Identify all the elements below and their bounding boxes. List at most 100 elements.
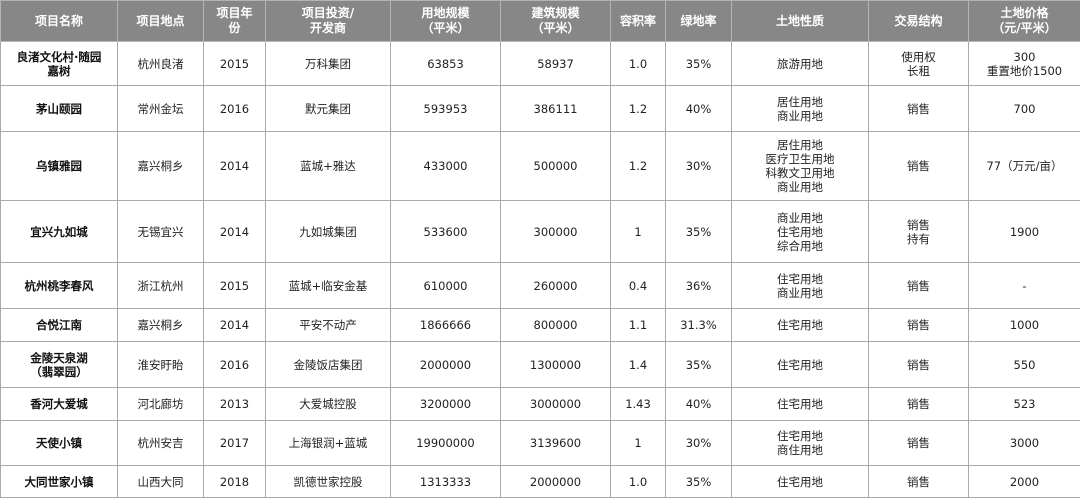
cell-land-price: 700 — [969, 86, 1080, 132]
cell-year: 2016 — [204, 342, 266, 388]
cell-developer: 金陵饭店集团 — [266, 342, 391, 388]
cell-project-name: 宜兴九如城 — [1, 201, 118, 263]
cell-project-name: 良渚文化村·随园 嘉树 — [1, 42, 118, 86]
table-header: 项目名称项目地点项目年 份项目投资/ 开发商用地规模 （平米）建筑规模 （平米）… — [1, 1, 1080, 42]
table-row: 大同世家小镇山西大同2018凯德世家控股131333320000001.035%… — [1, 466, 1080, 498]
cell-land-area: 610000 — [391, 263, 501, 309]
cell-developer: 大爱城控股 — [266, 388, 391, 421]
cell-location: 河北廊坊 — [118, 388, 204, 421]
header-col-developer: 项目投资/ 开发商 — [266, 1, 391, 42]
cell-land-area: 63853 — [391, 42, 501, 86]
cell-land-price: 550 — [969, 342, 1080, 388]
cell-transaction: 销售 — [869, 421, 969, 466]
cell-developer: 默元集团 — [266, 86, 391, 132]
cell-land-use: 居住用地 医疗卫生用地 科教文卫用地 商业用地 — [732, 132, 869, 201]
cell-green-rate: 36% — [666, 263, 732, 309]
header-col-year: 项目年 份 — [204, 1, 266, 42]
cell-land-price: 77（万元/亩） — [969, 132, 1080, 201]
table-row: 杭州桃李春风浙江杭州2015蓝城+临安金基6100002600000.436%住… — [1, 263, 1080, 309]
cell-project-name: 合悦江南 — [1, 309, 118, 342]
cell-location: 常州金坛 — [118, 86, 204, 132]
cell-developer: 蓝城+雅达 — [266, 132, 391, 201]
cell-location: 嘉兴桐乡 — [118, 309, 204, 342]
cell-location: 山西大同 — [118, 466, 204, 498]
cell-land-use: 居住用地 商业用地 — [732, 86, 869, 132]
cell-transaction: 销售 — [869, 466, 969, 498]
cell-land-area: 1313333 — [391, 466, 501, 498]
cell-project-name: 乌镇雅园 — [1, 132, 118, 201]
cell-project-name: 茅山颐园 — [1, 86, 118, 132]
cell-building-area: 3000000 — [501, 388, 611, 421]
cell-project-name: 大同世家小镇 — [1, 466, 118, 498]
cell-green-rate: 35% — [666, 466, 732, 498]
cell-building-area: 800000 — [501, 309, 611, 342]
cell-year: 2014 — [204, 201, 266, 263]
cell-transaction: 销售 — [869, 309, 969, 342]
cell-year: 2014 — [204, 309, 266, 342]
cell-location: 杭州安吉 — [118, 421, 204, 466]
cell-land-use: 商业用地 住宅用地 综合用地 — [732, 201, 869, 263]
cell-developer: 上海银润+蓝城 — [266, 421, 391, 466]
header-col-transaction: 交易结构 — [869, 1, 969, 42]
cell-location: 淮安盱眙 — [118, 342, 204, 388]
land-project-table: 项目名称项目地点项目年 份项目投资/ 开发商用地规模 （平米）建筑规模 （平米）… — [0, 0, 1080, 498]
table-row: 茅山颐园常州金坛2016默元集团5939533861111.240%居住用地 商… — [1, 86, 1080, 132]
cell-project-name: 杭州桃李春风 — [1, 263, 118, 309]
cell-building-area: 3139600 — [501, 421, 611, 466]
cell-transaction: 销售 — [869, 263, 969, 309]
cell-developer: 蓝城+临安金基 — [266, 263, 391, 309]
table-row: 乌镇雅园嘉兴桐乡2014蓝城+雅达4330005000001.230%居住用地 … — [1, 132, 1080, 201]
cell-building-area: 58937 — [501, 42, 611, 86]
cell-transaction: 销售 — [869, 388, 969, 421]
cell-land-use: 住宅用地 商业用地 — [732, 263, 869, 309]
cell-plot-ratio: 1.1 — [611, 309, 666, 342]
header-col-location: 项目地点 — [118, 1, 204, 42]
cell-green-rate: 35% — [666, 201, 732, 263]
cell-land-area: 593953 — [391, 86, 501, 132]
cell-land-price: 300 重置地价1500 — [969, 42, 1080, 86]
cell-building-area: 2000000 — [501, 466, 611, 498]
cell-green-rate: 30% — [666, 421, 732, 466]
cell-transaction: 使用权 长租 — [869, 42, 969, 86]
cell-green-rate: 35% — [666, 342, 732, 388]
cell-location: 无锡宜兴 — [118, 201, 204, 263]
cell-land-price: 2000 — [969, 466, 1080, 498]
cell-building-area: 1300000 — [501, 342, 611, 388]
cell-green-rate: 40% — [666, 86, 732, 132]
cell-land-use: 住宅用地 — [732, 309, 869, 342]
cell-land-use: 住宅用地 商住用地 — [732, 421, 869, 466]
cell-land-area: 2000000 — [391, 342, 501, 388]
cell-land-area: 1866666 — [391, 309, 501, 342]
cell-plot-ratio: 1.0 — [611, 466, 666, 498]
cell-plot-ratio: 1.4 — [611, 342, 666, 388]
table-body: 良渚文化村·随园 嘉树杭州良渚2015万科集团63853589371.035%旅… — [1, 42, 1080, 498]
table-row: 合悦江南嘉兴桐乡2014平安不动产18666668000001.131.3%住宅… — [1, 309, 1080, 342]
cell-developer: 凯德世家控股 — [266, 466, 391, 498]
cell-transaction: 销售 — [869, 86, 969, 132]
cell-transaction: 销售 持有 — [869, 201, 969, 263]
cell-land-price: 523 — [969, 388, 1080, 421]
cell-green-rate: 35% — [666, 42, 732, 86]
table-row: 宜兴九如城无锡宜兴2014九如城集团533600300000135%商业用地 住… — [1, 201, 1080, 263]
cell-land-price: 1900 — [969, 201, 1080, 263]
cell-year: 2017 — [204, 421, 266, 466]
cell-year: 2018 — [204, 466, 266, 498]
cell-land-area: 19900000 — [391, 421, 501, 466]
header-row: 项目名称项目地点项目年 份项目投资/ 开发商用地规模 （平米）建筑规模 （平米）… — [1, 1, 1080, 42]
header-col-land-area: 用地规模 （平米） — [391, 1, 501, 42]
cell-plot-ratio: 1.2 — [611, 132, 666, 201]
cell-developer: 万科集团 — [266, 42, 391, 86]
header-col-land-use: 土地性质 — [732, 1, 869, 42]
cell-plot-ratio: 1.2 — [611, 86, 666, 132]
header-col-building-area: 建筑规模 （平米） — [501, 1, 611, 42]
cell-year: 2014 — [204, 132, 266, 201]
table-row: 香河大爱城河北廊坊2013大爱城控股320000030000001.4340%住… — [1, 388, 1080, 421]
cell-land-area: 533600 — [391, 201, 501, 263]
cell-land-use: 住宅用地 — [732, 342, 869, 388]
cell-land-use: 住宅用地 — [732, 388, 869, 421]
cell-land-price: 3000 — [969, 421, 1080, 466]
table-row: 良渚文化村·随园 嘉树杭州良渚2015万科集团63853589371.035%旅… — [1, 42, 1080, 86]
table-row: 天使小镇杭州安吉2017上海银润+蓝城199000003139600130%住宅… — [1, 421, 1080, 466]
cell-plot-ratio: 1.43 — [611, 388, 666, 421]
cell-plot-ratio: 1.0 — [611, 42, 666, 86]
